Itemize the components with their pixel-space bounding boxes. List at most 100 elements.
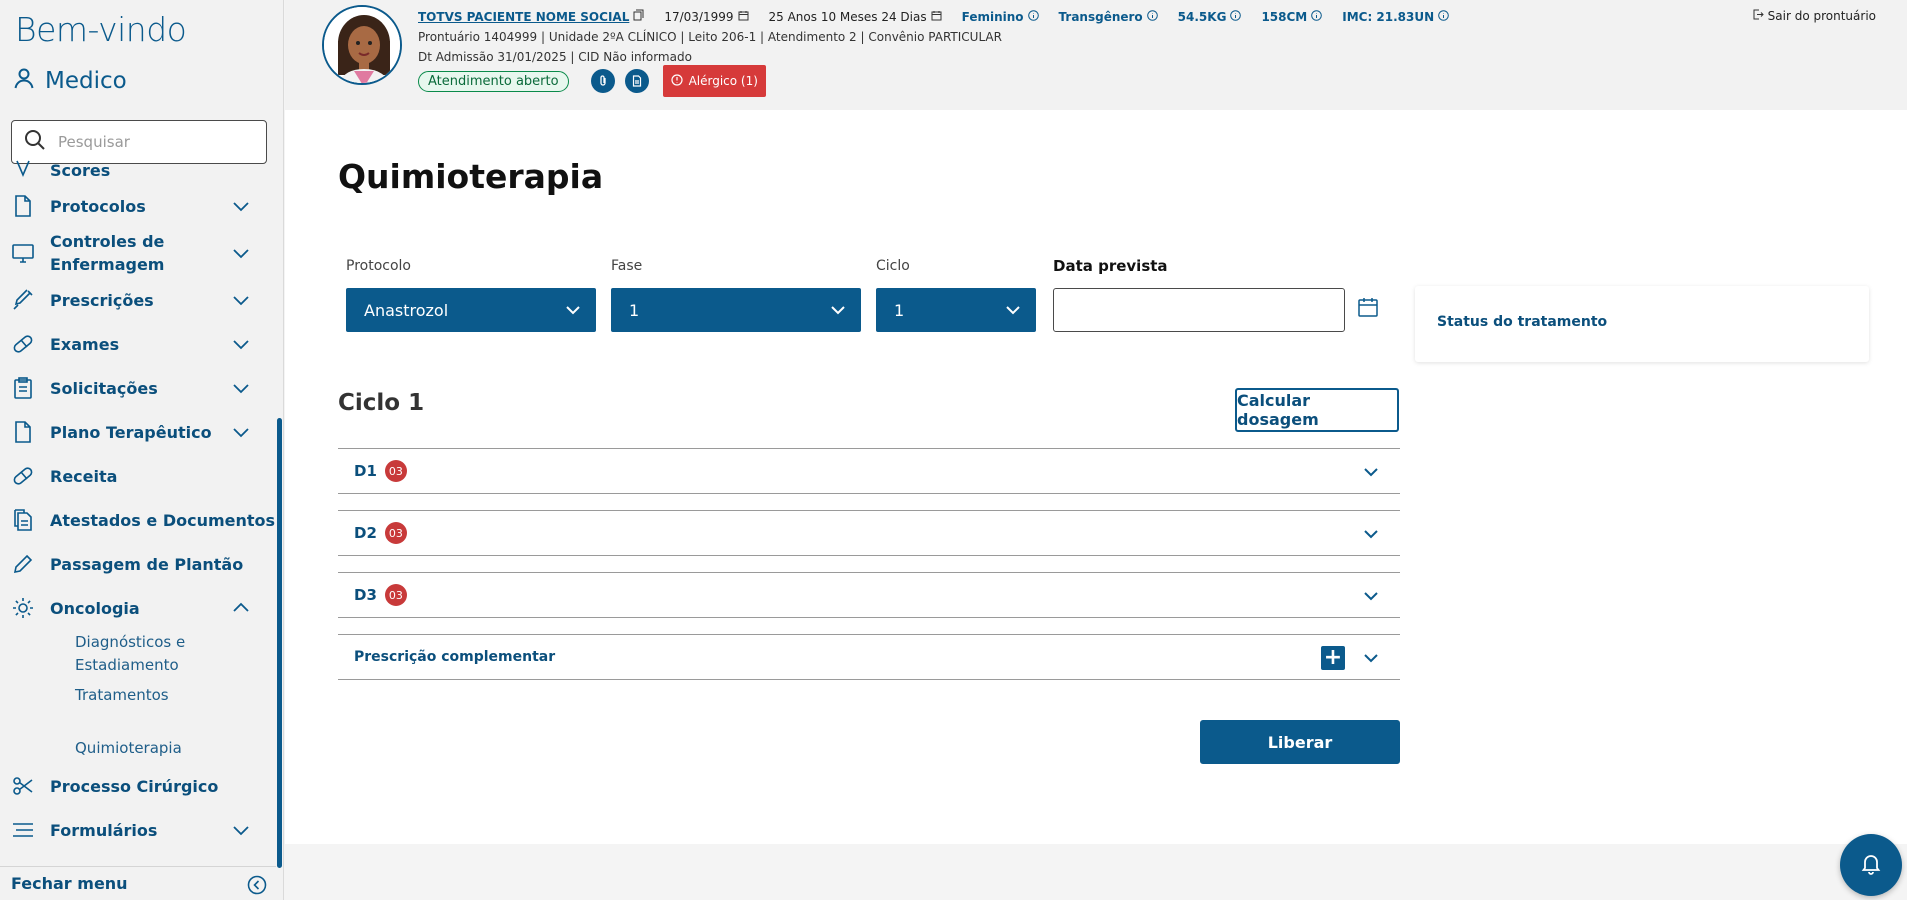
sidebar-item-solicitacoes[interactable]: Solicitações <box>0 366 276 410</box>
sidebar-menu: Scores Protocolos Controles de Enfermage… <box>0 160 276 852</box>
exit-record-link[interactable]: Sair do prontuário <box>1753 9 1876 23</box>
sidebar-item-label: Atestados e Documentos <box>50 510 276 530</box>
chevron-down-icon[interactable] <box>1362 649 1380 671</box>
scissors-icon <box>12 775 34 797</box>
sidebar-subitem-label: Tratamentos <box>75 685 169 704</box>
accordion-d1[interactable]: D1 03 <box>338 448 1400 494</box>
protocol-label: Protocolo <box>346 258 411 274</box>
patient-weight: 54.5KG <box>1177 9 1227 24</box>
birth-date: 17/03/1999 <box>664 9 734 24</box>
scores-icon <box>12 160 34 180</box>
chevron-down-icon[interactable] <box>232 291 250 309</box>
search-input[interactable] <box>58 133 248 151</box>
page-title: Quimioterapia <box>338 157 604 196</box>
chevron-down-icon[interactable] <box>232 423 250 441</box>
syringe-icon <box>12 289 34 311</box>
info-icon[interactable] <box>1027 9 1039 24</box>
accordion-d2[interactable]: D2 03 <box>338 510 1400 556</box>
phase-label: Fase <box>611 258 643 274</box>
info-icon[interactable] <box>1311 9 1323 24</box>
sidebar-item-label: Formulários <box>50 820 158 840</box>
sidebar-scrollbar[interactable] <box>277 418 282 868</box>
accordion-d3[interactable]: D3 03 <box>338 572 1400 618</box>
accordion-complementary[interactable]: Prescrição complementar + <box>338 634 1400 680</box>
exit-icon <box>1753 9 1764 23</box>
calculate-dosage-button[interactable]: Calcular dosagem <box>1235 388 1399 432</box>
patient-height: 158CM <box>1261 9 1308 24</box>
sidebar-item-scores[interactable]: Scores <box>0 160 276 180</box>
treatment-status-title: Status do tratamento <box>1437 314 1608 330</box>
sidebar-subitem-label: Diagnósticos e Estadiamento <box>75 633 186 674</box>
patient-gender: Transgênero <box>1058 9 1143 24</box>
sidebar-subitem-tratamentos[interactable]: Tratamentos <box>0 678 276 712</box>
count-badge: 03 <box>384 460 407 482</box>
date-input[interactable] <box>1053 288 1345 332</box>
close-menu-button[interactable]: Fechar menu <box>0 866 276 900</box>
notifications-button[interactable] <box>1840 834 1902 896</box>
sidebar-item-label: Exames <box>50 334 120 354</box>
sidebar-item-label: Plano Terapêutico <box>50 422 212 442</box>
sidebar-item-label: Scores <box>50 161 111 180</box>
info-icon[interactable] <box>1438 9 1449 24</box>
sidebar-item-formularios[interactable]: Formulários <box>0 808 276 852</box>
chevron-down-icon[interactable] <box>232 335 250 353</box>
accordion-label: D2 <box>354 524 377 542</box>
sidebar-item-plano-terapeutico[interactable]: Plano Terapêutico <box>0 410 276 454</box>
monitor-icon <box>12 242 34 264</box>
documents-icon <box>12 509 34 531</box>
main-content: Quimioterapia Protocolo Anastrozol Fase … <box>285 110 1907 844</box>
footer-band <box>285 844 1907 900</box>
sidebar-item-receita[interactable]: Receita <box>0 454 276 498</box>
sidebar-item-label: Protocolos <box>50 196 146 216</box>
accordion-label: D3 <box>354 586 377 604</box>
chevron-down-icon[interactable] <box>232 244 250 262</box>
pencil-icon <box>12 553 34 575</box>
chevron-down-icon[interactable] <box>232 821 250 839</box>
pill-icon <box>12 465 34 487</box>
sidebar-subitem-diagnosticos[interactable]: Diagnósticos e Estadiamento <box>0 630 276 678</box>
protocol-select[interactable]: Anastrozol <box>346 288 596 332</box>
patient-actions: Atendimento aberto Alérgico (1) <box>418 65 766 97</box>
accordion-label: Prescrição complementar <box>354 649 556 665</box>
sidebar-item-label: Oncologia <box>50 598 140 618</box>
allergic-badge[interactable]: Alérgico (1) <box>662 65 766 97</box>
phase-value: 1 <box>629 300 640 320</box>
sidebar-item-atestados[interactable]: Atestados e Documentos <box>0 498 276 542</box>
user-row[interactable]: Medico <box>13 67 127 95</box>
patient-name-link[interactable]: TOTVS PACIENTE NOME SOCIAL <box>418 10 629 24</box>
sidebar-item-oncologia[interactable]: Oncologia <box>0 586 276 630</box>
copy-icon[interactable] <box>633 9 644 24</box>
chevron-down-icon[interactable] <box>1362 463 1380 485</box>
chevron-up-icon[interactable] <box>232 599 250 617</box>
sidebar-item-prescricoes[interactable]: Prescrições <box>0 278 276 322</box>
sidebar-item-exames[interactable]: Exames <box>0 322 276 366</box>
patient-summary-line: TOTVS PACIENTE NOME SOCIAL 17/03/1999 25… <box>418 9 1469 24</box>
sidebar-item-protocolos[interactable]: Protocolos <box>0 184 276 228</box>
info-icon[interactable] <box>1230 9 1242 24</box>
status-badge: Atendimento aberto <box>418 70 569 92</box>
chevron-down-icon[interactable] <box>232 379 250 397</box>
sidebar-item-label: Receita <box>50 466 118 486</box>
info-icon[interactable] <box>1146 9 1158 24</box>
pill-icon <box>12 333 34 355</box>
alert-icon <box>670 73 683 89</box>
patient-age: 25 Anos 10 Meses 24 Dias <box>768 9 927 24</box>
sidebar-subitem-label: Quimioterapia <box>75 738 182 757</box>
chevron-down-icon[interactable] <box>232 197 250 215</box>
sidebar-item-processo-cirurgico[interactable]: Processo Cirúrgico <box>0 764 276 808</box>
cycle-title: Ciclo 1 <box>338 390 425 416</box>
sidebar-item-controles[interactable]: Controles de Enfermagem <box>0 228 276 278</box>
calendar-icon[interactable] <box>1357 296 1379 322</box>
sidebar-subitem-quimioterapia[interactable]: Quimioterapia <box>0 712 276 764</box>
release-button[interactable]: Liberar <box>1200 720 1400 764</box>
chevron-down-icon[interactable] <box>1362 587 1380 609</box>
cycle-select[interactable]: 1 <box>876 288 1036 332</box>
document-button[interactable] <box>624 69 649 93</box>
phase-select[interactable]: 1 <box>611 288 861 332</box>
chevron-down-icon[interactable] <box>1362 525 1380 547</box>
sidebar-item-passagem[interactable]: Passagem de Plantão <box>0 542 276 586</box>
date-label: Data prevista <box>1053 257 1168 275</box>
calendar-icon <box>738 10 749 24</box>
attachment-button[interactable] <box>590 69 615 93</box>
add-button[interactable]: + <box>1321 646 1345 670</box>
